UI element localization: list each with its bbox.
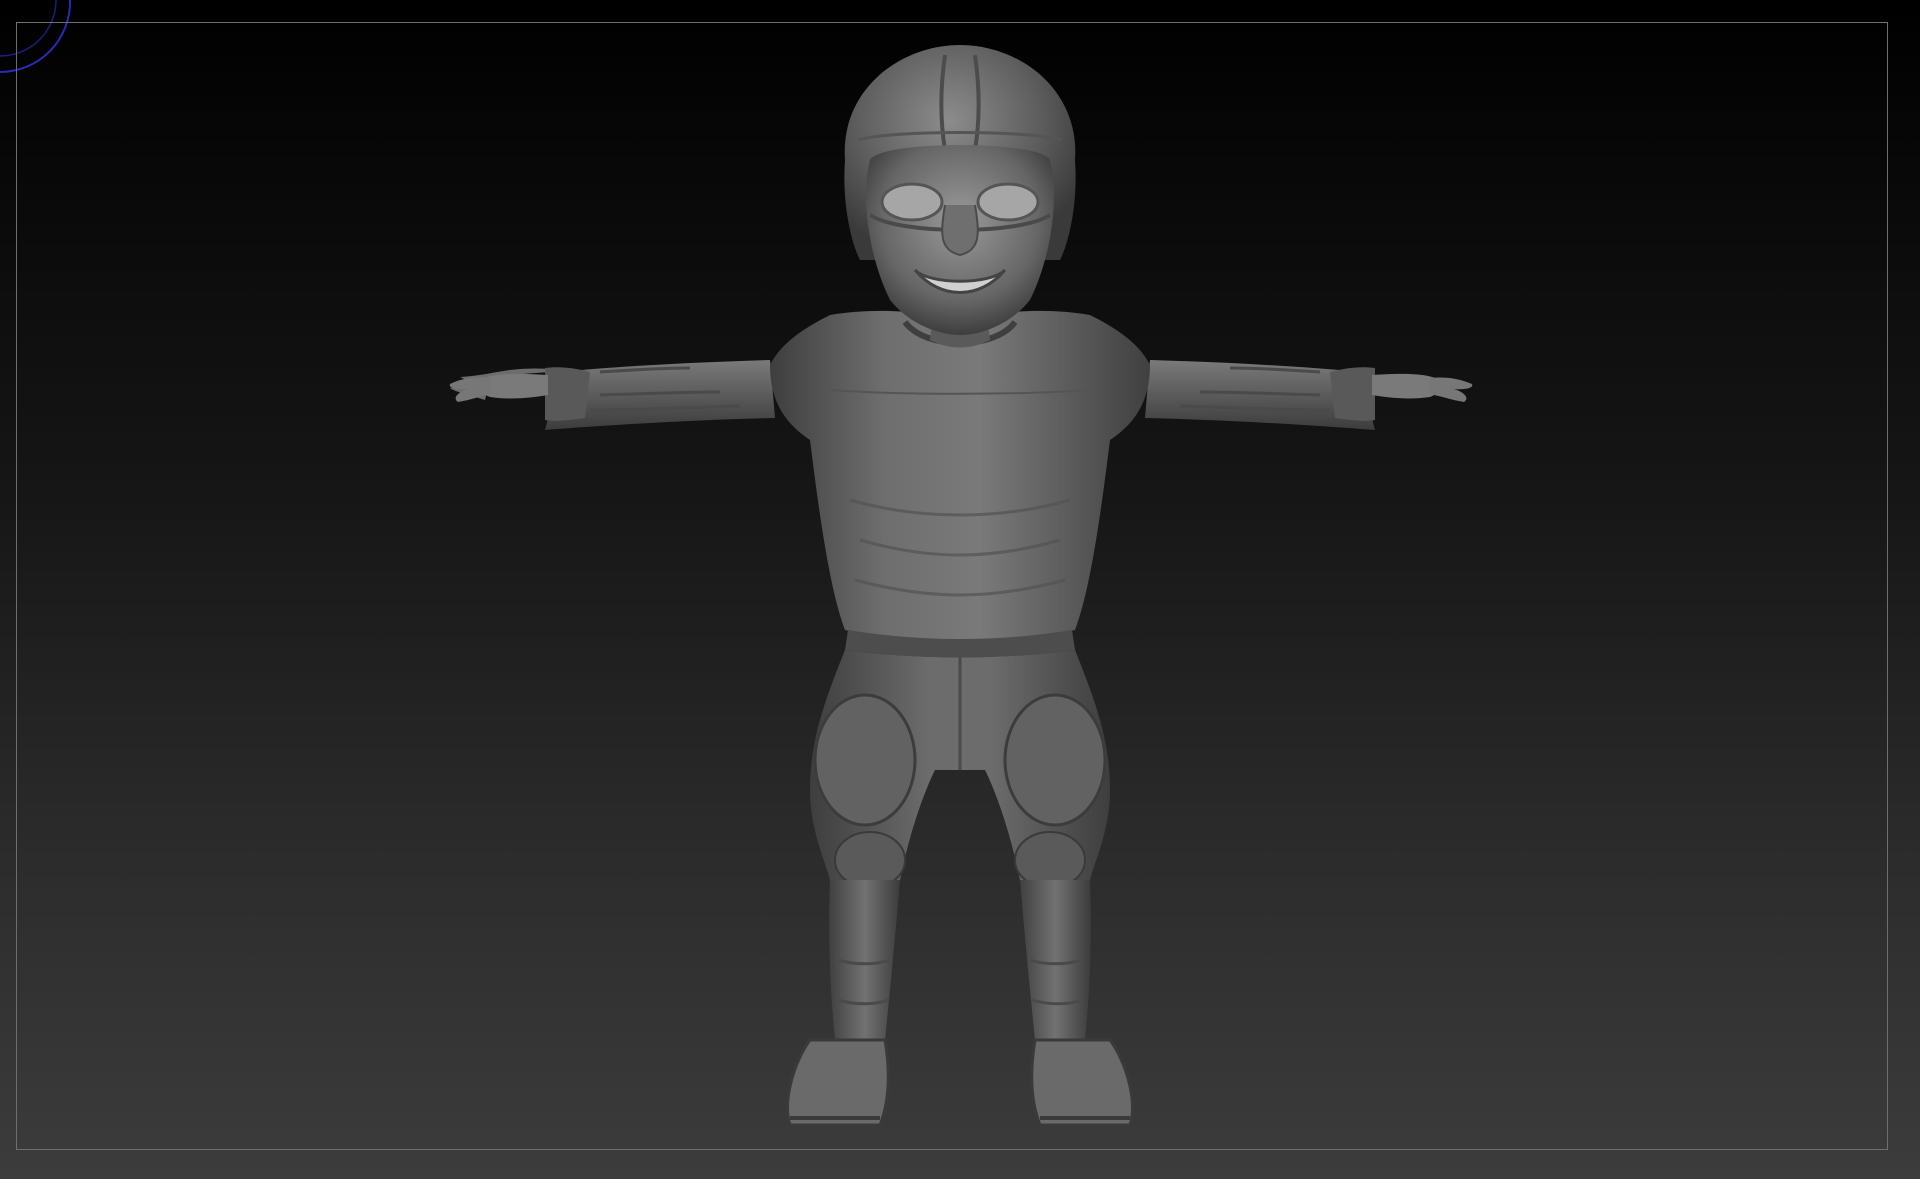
left-arm [449, 360, 775, 430]
face [866, 145, 1054, 335]
lower-legs [829, 880, 1091, 1040]
pants [810, 650, 1110, 889]
sculpt-viewport[interactable] [0, 0, 1920, 1179]
shoes [786, 1038, 1134, 1127]
sculpted-football-player-model[interactable] [0, 0, 1920, 1179]
jersey [770, 310, 1150, 642]
right-arm [1145, 360, 1473, 430]
